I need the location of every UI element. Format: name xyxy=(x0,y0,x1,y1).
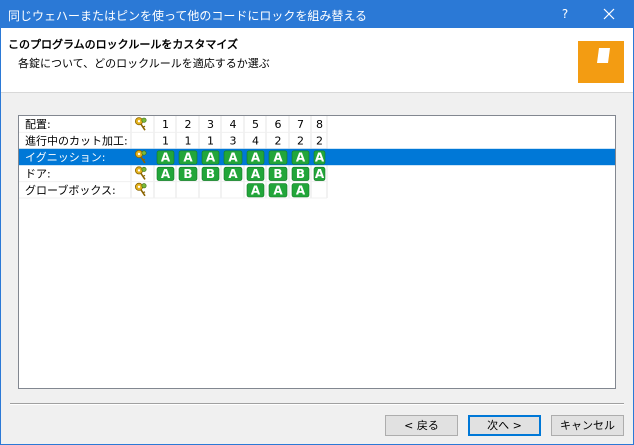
column-number: 4 xyxy=(230,118,237,131)
lock-rule-badge-label: A xyxy=(206,151,216,165)
lock-rule-grid[interactable]: 配置: 1 2 3 4 5 6 7 8 進行中のカット加工: 1 1 1 3 4 2 2 2 イグニッション: A A A… xyxy=(18,115,616,389)
lock-rule-badge-label: A xyxy=(296,151,306,165)
lock-rule-badge-label: B xyxy=(183,167,192,181)
separator xyxy=(10,403,624,405)
window-title: 同じウェハーまたはピンを使って他のコードにロックを組み替える xyxy=(8,9,368,23)
wizard-header: このプログラムのロックルールをカスタマイズ 各錠について、どのロックルールを適応… xyxy=(1,28,633,93)
lock-rule-badge-label: B xyxy=(273,167,282,181)
lock-rule-badge-label: A xyxy=(228,151,238,165)
lock-rule-badge-label: A xyxy=(228,167,238,181)
grid-canvas: 配置: 1 2 3 4 5 6 7 8進行中のカット加工: 1 1 1 3 4 2 2 2イグニッション: A A A… xyxy=(19,116,615,199)
row-label: グローブボックス: xyxy=(25,183,116,197)
cut-value: 1 xyxy=(207,135,214,148)
column-number: 2 xyxy=(185,118,192,131)
title-bar: 同じウェハーまたはピンを使って他のコードにロックを組み替える ? xyxy=(1,1,633,28)
lock-rule-badge-label: A xyxy=(315,151,325,165)
row-label: ドア: xyxy=(25,167,51,180)
lock-rule-badge-label: A xyxy=(296,183,306,197)
key-icon xyxy=(135,166,147,180)
lock-rule-badge-label: B xyxy=(296,167,305,181)
lock-rule-badge-label: A xyxy=(251,183,261,197)
column-number: 8 xyxy=(316,118,323,131)
lock-rule-badge-label: A xyxy=(251,151,261,165)
column-number: 1 xyxy=(162,118,169,131)
cut-value: 3 xyxy=(230,135,237,148)
column-number: 5 xyxy=(252,118,259,131)
lock-rule-badge-label: A xyxy=(273,183,283,197)
column-number: 3 xyxy=(207,118,214,131)
cut-value: 2 xyxy=(297,135,304,148)
header-subtitle: 各錠について、どのロックルールを適応するか選ぶ xyxy=(18,57,270,70)
cancel-button[interactable]: キャンセル xyxy=(551,415,624,436)
cut-value: 1 xyxy=(162,135,169,148)
lock-rule-badge-label: A xyxy=(183,151,193,165)
close-button[interactable] xyxy=(597,5,621,23)
lock-rule-badge-label: A xyxy=(273,151,283,165)
lock-rule-badge-label: A xyxy=(251,167,261,181)
app-logo xyxy=(578,41,624,83)
header-title: このプログラムのロックルールをカスタマイズ xyxy=(8,38,239,51)
dialog-window: 同じウェハーまたはピンを使って他のコードにロックを組み替える ? このプログラム… xyxy=(0,0,634,445)
help-button[interactable]: ? xyxy=(553,5,577,23)
lock-rule-badge-label: A xyxy=(161,167,171,181)
lock-rule-badge-label: A xyxy=(315,167,325,181)
next-button[interactable]: 次へ > xyxy=(468,415,541,436)
key-icon xyxy=(135,182,147,197)
lock-rule-badge-label: B xyxy=(206,167,215,181)
cut-value: 2 xyxy=(275,135,282,148)
cut-value: 1 xyxy=(185,135,192,148)
cut-value: 2 xyxy=(316,135,323,148)
cut-value: 4 xyxy=(252,135,259,148)
lock-rule-badge-label: A xyxy=(161,151,171,165)
row-label: 配置: xyxy=(25,118,51,131)
back-button[interactable]: < 戻る xyxy=(385,415,458,436)
close-icon xyxy=(603,8,615,20)
key-icon xyxy=(135,117,147,131)
row-label: 進行中のカット加工: xyxy=(25,135,128,148)
column-number: 7 xyxy=(297,118,304,131)
column-number: 6 xyxy=(275,118,282,131)
row-label: イグニッション: xyxy=(25,150,106,164)
